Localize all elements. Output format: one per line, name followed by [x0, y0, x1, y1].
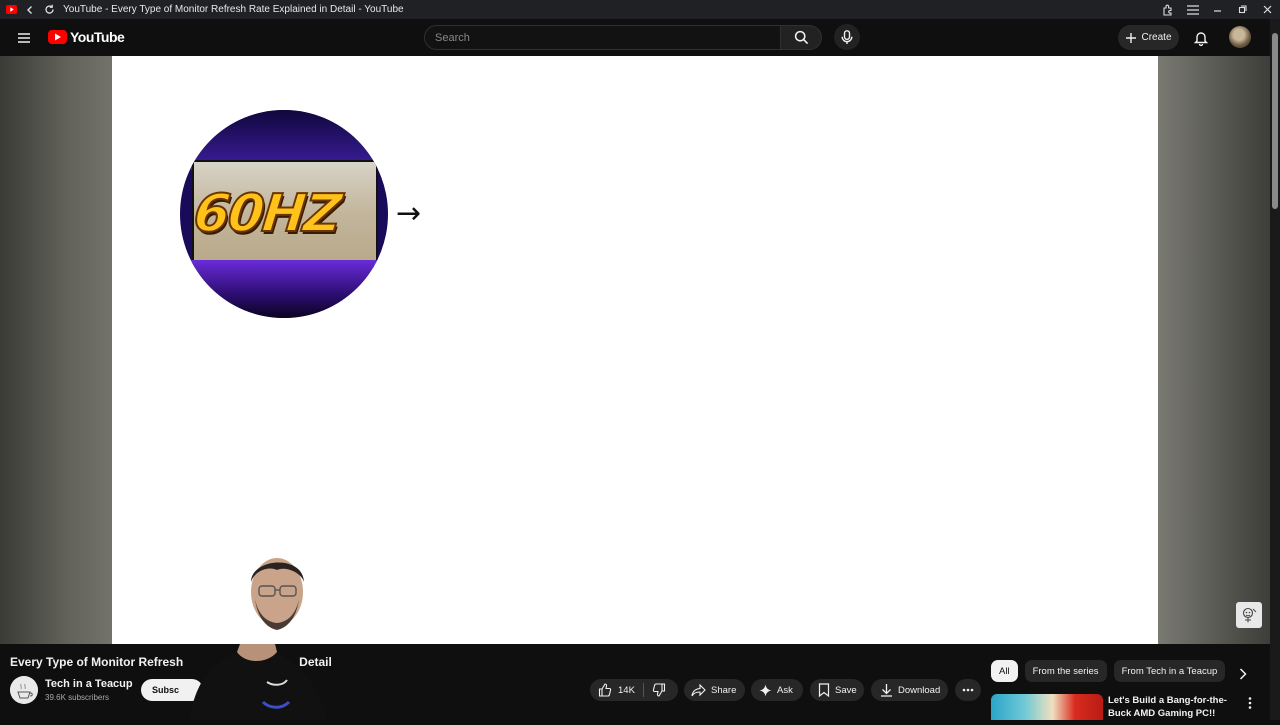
thumbnail-60hz-text: 60HZ — [190, 183, 344, 245]
more-vertical-icon — [1248, 697, 1252, 709]
channel-name[interactable]: Tech in a Teacup — [45, 678, 133, 690]
share-icon — [691, 683, 706, 696]
window-title: YouTube - Every Type of Monitor Refresh … — [63, 4, 404, 15]
back-icon[interactable] — [22, 0, 38, 19]
video-title-left: Every Type of Monitor Refresh — [10, 655, 184, 669]
reload-icon[interactable] — [41, 0, 57, 19]
more-horizontal-icon — [962, 688, 974, 692]
subscribe-label: Subsc — [152, 685, 180, 695]
extensions-icon[interactable] — [1155, 4, 1180, 16]
chip-from-the-series[interactable]: From the series — [1024, 660, 1107, 682]
thumbs-up-icon — [598, 683, 612, 697]
scrollbar-thumb[interactable] — [1272, 33, 1278, 209]
dislike-button[interactable] — [652, 683, 666, 697]
account-avatar[interactable] — [1229, 26, 1251, 48]
arrow-icon: → — [396, 196, 422, 231]
presenter-webcam-overlay — [185, 552, 330, 720]
page-scrollbar[interactable] — [1270, 19, 1280, 720]
like-divider — [642, 683, 644, 697]
related-filter-chips: All From the series From Tech in a Teacu… — [991, 660, 1226, 682]
video-frame-thumbnail: 60HZ — [180, 110, 388, 318]
recommended-video-menu-button[interactable] — [1248, 696, 1258, 712]
microphone-icon — [841, 29, 853, 44]
channel-avatar[interactable] — [10, 676, 38, 704]
download-button[interactable]: Download — [871, 679, 948, 701]
browser-menu-icon[interactable] — [1180, 4, 1205, 15]
voice-search-button[interactable] — [834, 24, 860, 50]
download-label: Download — [898, 684, 941, 696]
ask-label: Ask — [777, 684, 793, 696]
thumbs-down-icon — [652, 683, 665, 697]
bookmark-icon — [818, 683, 830, 697]
more-actions-button[interactable] — [955, 679, 981, 701]
restore-icon[interactable] — [1230, 5, 1255, 14]
share-button[interactable]: Share — [684, 679, 745, 701]
ambient-glow-left — [0, 56, 112, 644]
chevron-right-icon — [1239, 668, 1247, 680]
ambient-glow-right — [1158, 56, 1270, 644]
close-icon[interactable] — [1255, 5, 1280, 14]
recommended-video-title[interactable]: Let's Build a Bang-for-the-Buck AMD Gami… — [1108, 694, 1248, 720]
logo-wordmark: YouTube — [70, 29, 125, 45]
youtube-logo[interactable]: YouTube — [48, 29, 125, 45]
browser-title-bar: YouTube - Every Type of Monitor Refresh … — [0, 0, 1280, 19]
create-button[interactable]: Create — [1118, 25, 1179, 50]
hamburger-icon — [18, 33, 30, 43]
like-button[interactable]: 14K — [598, 683, 635, 697]
player-corner-sticker-icon[interactable] — [1236, 602, 1262, 628]
search-input[interactable] — [425, 26, 780, 49]
thumbnail-glow — [180, 260, 388, 318]
plus-icon — [1126, 32, 1137, 43]
masthead: YouTube Create — [0, 19, 1280, 56]
minimize-icon[interactable] — [1205, 5, 1230, 14]
chips-next-button[interactable] — [1234, 665, 1252, 683]
chip-all[interactable]: All — [991, 660, 1018, 682]
create-label: Create — [1141, 32, 1172, 43]
subscriber-count: 39.6K subscribers — [45, 693, 110, 702]
save-button[interactable]: Save — [810, 679, 864, 701]
like-count: 14K — [618, 684, 635, 696]
save-label: Save — [835, 684, 857, 696]
search-icon — [794, 30, 808, 45]
like-dislike-group: 14K — [590, 679, 678, 701]
guide-menu-button[interactable] — [14, 28, 34, 48]
youtube-favicon-icon — [3, 0, 19, 19]
search-button[interactable] — [781, 25, 822, 50]
download-icon — [881, 684, 892, 697]
sparkle-icon — [759, 684, 772, 696]
chip-from-channel[interactable]: From Tech in a Teacup — [1113, 660, 1226, 682]
notifications-button[interactable] — [1191, 28, 1211, 48]
share-label: Share — [711, 684, 737, 696]
window-controls — [1155, 0, 1280, 19]
search-box — [424, 25, 781, 50]
recommended-video-thumbnail[interactable] — [991, 694, 1103, 720]
ask-button[interactable]: Ask — [751, 679, 803, 701]
bell-icon — [1193, 32, 1209, 47]
youtube-play-icon — [48, 30, 67, 44]
